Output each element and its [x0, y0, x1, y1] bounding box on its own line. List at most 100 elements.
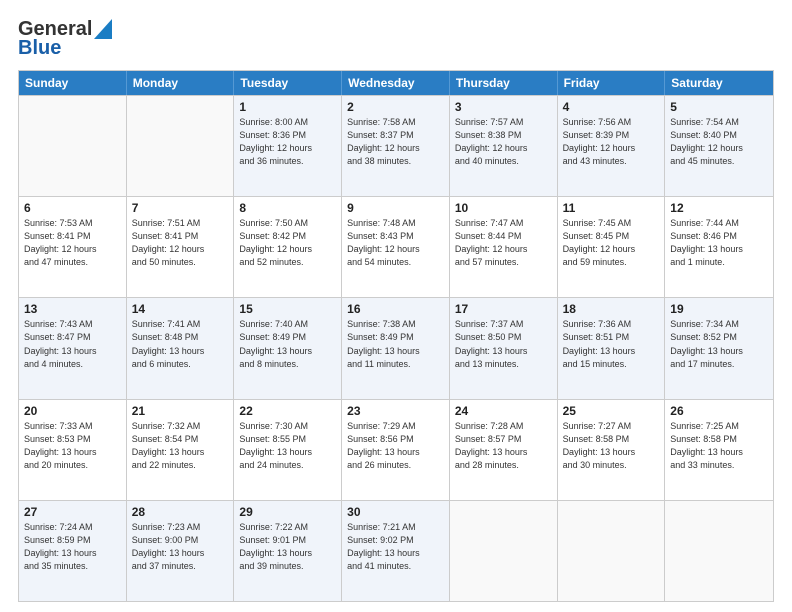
- calendar: SundayMondayTuesdayWednesdayThursdayFrid…: [18, 70, 774, 602]
- day-number: 23: [347, 404, 444, 418]
- cal-cell-24: 24Sunrise: 7:28 AM Sunset: 8:57 PM Dayli…: [450, 400, 558, 500]
- cal-cell-29: 29 Sunrise: 7:22 AM Sunset: 9:01 PM Dayli…: [234, 501, 342, 601]
- week-row-3: 13Sunrise: 7:43 AM Sunset: 8:47 PM Dayli…: [19, 297, 773, 398]
- day-number: 21: [132, 404, 229, 418]
- day-number: 14: [132, 302, 229, 316]
- cal-cell-11: 11 Sunrise: 7:45 AM Sunset: 8:45 PM Dayli…: [558, 197, 666, 297]
- day-number: 17: [455, 302, 552, 316]
- day-info: Sunrise: 7:23 AM Sunset: 9:00 PM Dayligh…: [132, 521, 229, 573]
- day-number: 16: [347, 302, 444, 316]
- cal-cell-23: 23 Sunrise: 7:29 AM Sunset: 8:56 PM Dayli…: [342, 400, 450, 500]
- day-info: Sunrise: 7:29 AM Sunset: 8:56 PM Dayligh…: [347, 420, 444, 472]
- day-info: Sunrise: 7:41 AM Sunset: 8:48 PM Dayligh…: [132, 318, 229, 370]
- day-number: 6: [24, 201, 121, 215]
- cal-cell-19: 19 Sunrise: 7:34 AM Sunset: 8:52 PM Dayli…: [665, 298, 773, 398]
- day-number: 28: [132, 505, 229, 519]
- day-number: 20: [24, 404, 121, 418]
- week-row-2: 6 Sunrise: 7:53 AM Sunset: 8:41 PM Daylig…: [19, 196, 773, 297]
- cal-cell-27: 27 Sunrise: 7:24 AM Sunset: 8:59 PM Dayli…: [19, 501, 127, 601]
- day-number: 4: [563, 100, 660, 114]
- cal-cell-2: 2Sunrise: 7:58 AM Sunset: 8:37 PM Daylig…: [342, 96, 450, 196]
- day-number: 5: [670, 100, 768, 114]
- day-number: 25: [563, 404, 660, 418]
- cal-cell-17: 17Sunrise: 7:37 AM Sunset: 8:50 PM Dayli…: [450, 298, 558, 398]
- logo: General Blue: [18, 18, 112, 60]
- cal-cell-5: 5 Sunrise: 7:54 AM Sunset: 8:40 PM Daylig…: [665, 96, 773, 196]
- day-number: 8: [239, 201, 336, 215]
- calendar-header: SundayMondayTuesdayWednesdayThursdayFrid…: [19, 71, 773, 95]
- day-number: 1: [239, 100, 336, 114]
- cal-cell-empty: [665, 501, 773, 601]
- day-info: Sunrise: 7:54 AM Sunset: 8:40 PM Dayligh…: [670, 116, 768, 168]
- day-number: 11: [563, 201, 660, 215]
- day-info: Sunrise: 7:44 AM Sunset: 8:46 PM Dayligh…: [670, 217, 768, 269]
- cal-cell-4: 4 Sunrise: 7:56 AM Sunset: 8:39 PM Daylig…: [558, 96, 666, 196]
- cal-cell-25: 25 Sunrise: 7:27 AM Sunset: 8:58 PM Dayli…: [558, 400, 666, 500]
- day-number: 27: [24, 505, 121, 519]
- day-info: Sunrise: 7:34 AM Sunset: 8:52 PM Dayligh…: [670, 318, 768, 370]
- page: General Blue SundayMondayTuesdayWednesda…: [0, 0, 792, 612]
- day-info: Sunrise: 7:51 AM Sunset: 8:41 PM Dayligh…: [132, 217, 229, 269]
- cal-cell-12: 12 Sunrise: 7:44 AM Sunset: 8:46 PM Dayli…: [665, 197, 773, 297]
- col-header-saturday: Saturday: [665, 71, 773, 95]
- col-header-sunday: Sunday: [19, 71, 127, 95]
- day-number: 7: [132, 201, 229, 215]
- day-info: Sunrise: 7:24 AM Sunset: 8:59 PM Dayligh…: [24, 521, 121, 573]
- col-header-tuesday: Tuesday: [234, 71, 342, 95]
- cal-cell-28: 28 Sunrise: 7:23 AM Sunset: 9:00 PM Dayli…: [127, 501, 235, 601]
- day-info: Sunrise: 7:57 AM Sunset: 8:38 PM Dayligh…: [455, 116, 552, 168]
- day-info: Sunrise: 7:50 AM Sunset: 8:42 PM Dayligh…: [239, 217, 336, 269]
- cal-cell-8: 8 Sunrise: 7:50 AM Sunset: 8:42 PM Daylig…: [234, 197, 342, 297]
- cal-cell-10: 10Sunrise: 7:47 AM Sunset: 8:44 PM Dayli…: [450, 197, 558, 297]
- day-number: 19: [670, 302, 768, 316]
- col-header-thursday: Thursday: [450, 71, 558, 95]
- day-info: Sunrise: 7:47 AM Sunset: 8:44 PM Dayligh…: [455, 217, 552, 269]
- week-row-1: 1 Sunrise: 8:00 AM Sunset: 8:36 PM Daylig…: [19, 95, 773, 196]
- cal-cell-20: 20 Sunrise: 7:33 AM Sunset: 8:53 PM Dayli…: [19, 400, 127, 500]
- day-info: Sunrise: 7:27 AM Sunset: 8:58 PM Dayligh…: [563, 420, 660, 472]
- day-number: 3: [455, 100, 552, 114]
- day-number: 30: [347, 505, 444, 519]
- day-info: Sunrise: 7:45 AM Sunset: 8:45 PM Dayligh…: [563, 217, 660, 269]
- cal-cell-15: 15 Sunrise: 7:40 AM Sunset: 8:49 PM Dayli…: [234, 298, 342, 398]
- cal-cell-6: 6 Sunrise: 7:53 AM Sunset: 8:41 PM Daylig…: [19, 197, 127, 297]
- day-number: 15: [239, 302, 336, 316]
- day-info: Sunrise: 7:43 AM Sunset: 8:47 PM Dayligh…: [24, 318, 121, 370]
- day-number: 26: [670, 404, 768, 418]
- cal-cell-16: 16 Sunrise: 7:38 AM Sunset: 8:49 PM Dayli…: [342, 298, 450, 398]
- day-number: 29: [239, 505, 336, 519]
- day-number: 24: [455, 404, 552, 418]
- col-header-friday: Friday: [558, 71, 666, 95]
- day-number: 2: [347, 100, 444, 114]
- cal-cell-7: 7 Sunrise: 7:51 AM Sunset: 8:41 PM Daylig…: [127, 197, 235, 297]
- cal-cell-18: 18Sunrise: 7:36 AM Sunset: 8:51 PM Dayli…: [558, 298, 666, 398]
- cal-cell-21: 21Sunrise: 7:32 AM Sunset: 8:54 PM Dayli…: [127, 400, 235, 500]
- cal-cell-empty: [127, 96, 235, 196]
- col-header-wednesday: Wednesday: [342, 71, 450, 95]
- day-info: Sunrise: 7:48 AM Sunset: 8:43 PM Dayligh…: [347, 217, 444, 269]
- header: General Blue: [18, 18, 774, 60]
- day-number: 12: [670, 201, 768, 215]
- cal-cell-13: 13Sunrise: 7:43 AM Sunset: 8:47 PM Dayli…: [19, 298, 127, 398]
- cal-cell-empty: [450, 501, 558, 601]
- calendar-body: 1 Sunrise: 8:00 AM Sunset: 8:36 PM Daylig…: [19, 95, 773, 601]
- day-info: Sunrise: 7:53 AM Sunset: 8:41 PM Dayligh…: [24, 217, 121, 269]
- day-info: Sunrise: 7:36 AM Sunset: 8:51 PM Dayligh…: [563, 318, 660, 370]
- day-info: Sunrise: 7:40 AM Sunset: 8:49 PM Dayligh…: [239, 318, 336, 370]
- col-header-monday: Monday: [127, 71, 235, 95]
- day-info: Sunrise: 7:21 AM Sunset: 9:02 PM Dayligh…: [347, 521, 444, 573]
- day-info: Sunrise: 7:33 AM Sunset: 8:53 PM Dayligh…: [24, 420, 121, 472]
- cal-cell-empty: [558, 501, 666, 601]
- cal-cell-26: 26 Sunrise: 7:25 AM Sunset: 8:58 PM Dayli…: [665, 400, 773, 500]
- day-info: Sunrise: 7:22 AM Sunset: 9:01 PM Dayligh…: [239, 521, 336, 573]
- day-info: Sunrise: 7:38 AM Sunset: 8:49 PM Dayligh…: [347, 318, 444, 370]
- logo-icon: [94, 19, 112, 39]
- cal-cell-empty: [19, 96, 127, 196]
- cal-cell-3: 3 Sunrise: 7:57 AM Sunset: 8:38 PM Daylig…: [450, 96, 558, 196]
- day-info: Sunrise: 7:25 AM Sunset: 8:58 PM Dayligh…: [670, 420, 768, 472]
- cal-cell-14: 14 Sunrise: 7:41 AM Sunset: 8:48 PM Dayli…: [127, 298, 235, 398]
- cal-cell-1: 1 Sunrise: 8:00 AM Sunset: 8:36 PM Daylig…: [234, 96, 342, 196]
- day-info: Sunrise: 8:00 AM Sunset: 8:36 PM Dayligh…: [239, 116, 336, 168]
- cal-cell-30: 30 Sunrise: 7:21 AM Sunset: 9:02 PM Dayli…: [342, 501, 450, 601]
- day-info: Sunrise: 7:56 AM Sunset: 8:39 PM Dayligh…: [563, 116, 660, 168]
